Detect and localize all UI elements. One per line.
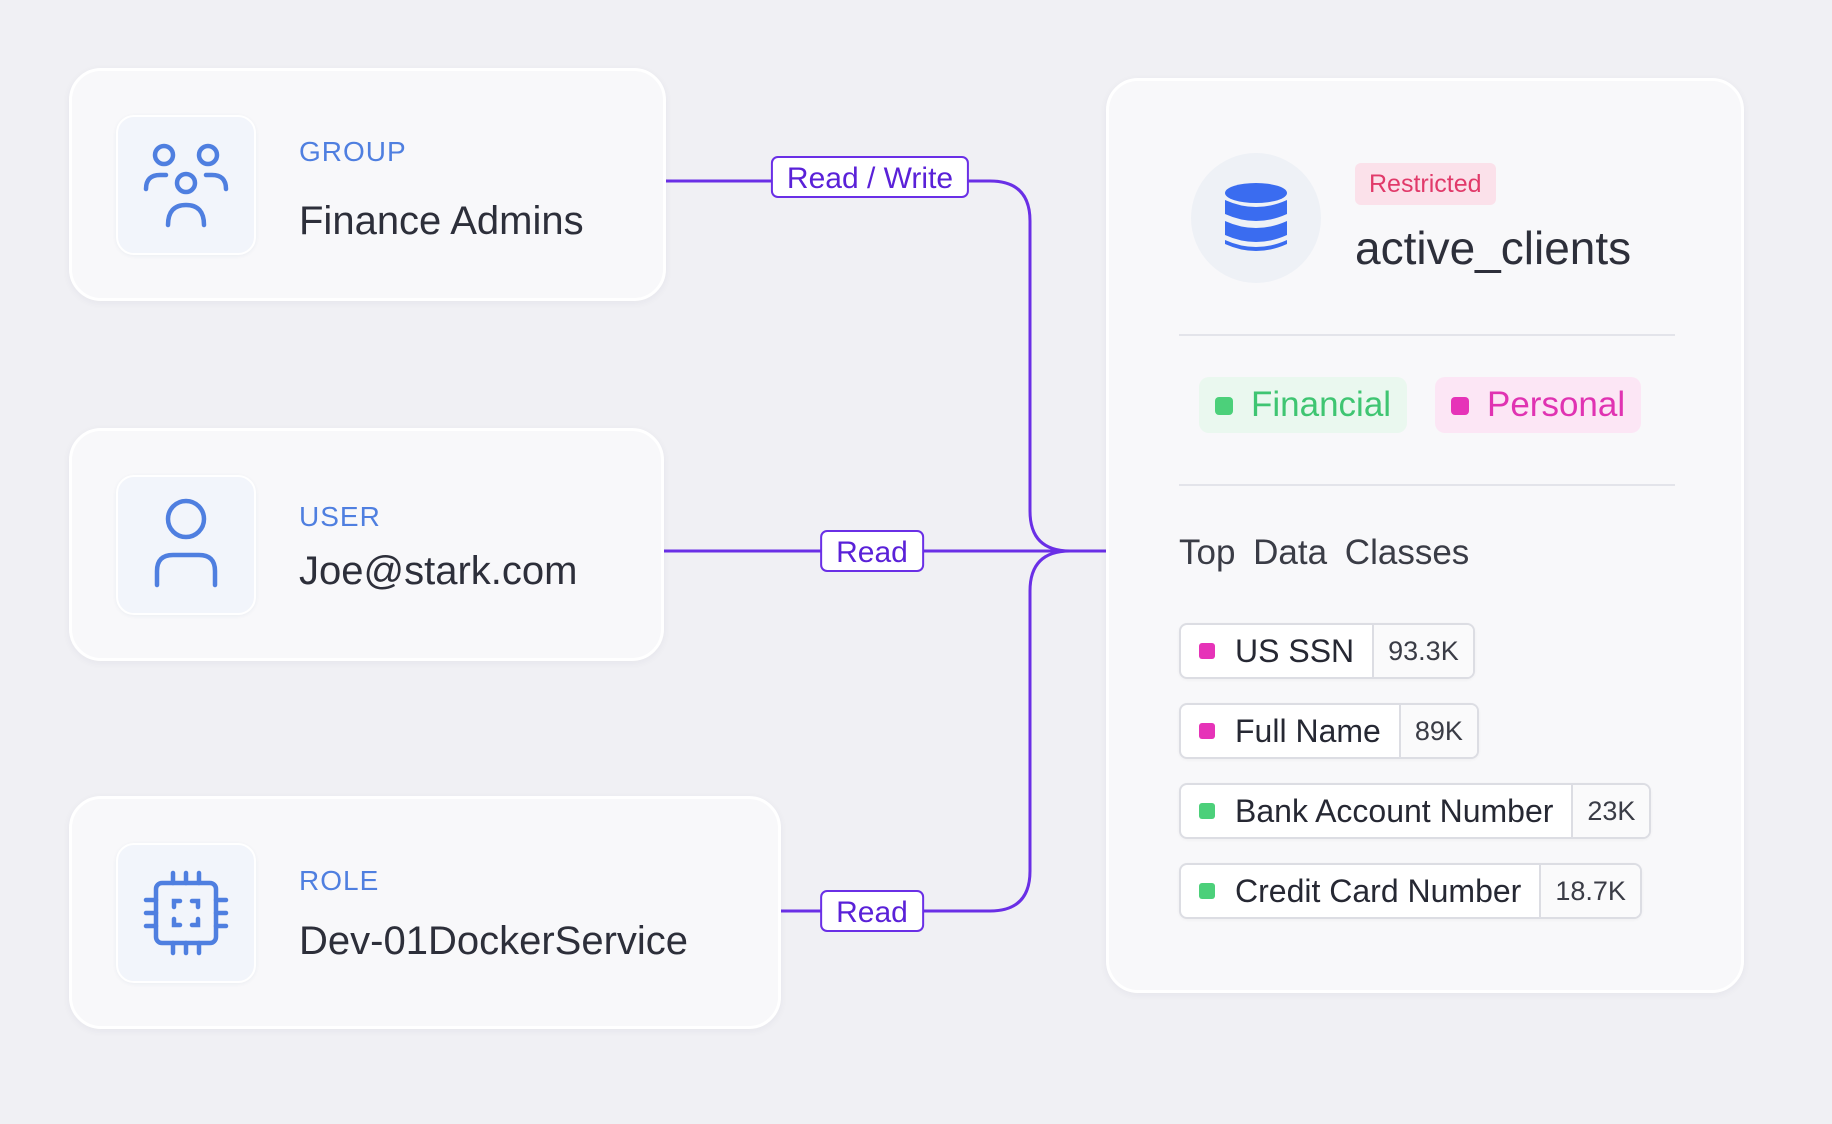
divider (1179, 334, 1675, 336)
group-icon-box (116, 115, 256, 255)
data-class-name-wrap: Bank Account Number (1181, 785, 1571, 837)
database-icon (1225, 183, 1287, 251)
divider (1179, 484, 1675, 486)
data-class-count: 89K (1398, 705, 1477, 757)
entity-name: Joe@stark.com (299, 549, 578, 593)
role-card[interactable]: ROLE Dev-01DockerService (69, 796, 781, 1029)
data-class-count: 18.7K (1539, 865, 1640, 917)
entity-type-label: USER (299, 501, 381, 532)
data-class-name: Credit Card Number (1235, 873, 1522, 909)
access-label-read: Read (820, 890, 924, 932)
tag-label: Personal (1487, 385, 1626, 424)
entity-name: Dev-01DockerService (299, 919, 689, 963)
tag-color-dot (1451, 397, 1469, 415)
data-class-bank-account-number[interactable]: Bank Account Number 23K (1179, 783, 1652, 839)
data-class-full-name[interactable]: Full Name 89K (1179, 703, 1479, 759)
entity-type-label: ROLE (299, 865, 380, 896)
access-label-read: Read (820, 530, 924, 572)
tag-financial[interactable]: Financial (1199, 377, 1408, 433)
tag-color-dot (1215, 397, 1233, 415)
data-class-name-wrap: US SSN (1181, 625, 1372, 677)
connector-role (779, 549, 1072, 913)
connector-group (664, 179, 1072, 553)
data-class-dot (1199, 883, 1215, 899)
tag-label: Financial (1251, 385, 1392, 424)
users-group-icon (143, 143, 229, 228)
dataset-card[interactable]: Restricted active_clients Financial Pers… (1106, 78, 1744, 993)
data-class-name-wrap: Credit Card Number (1181, 865, 1539, 917)
data-class-dot (1199, 803, 1215, 819)
entity-name: Finance Admins (299, 199, 584, 243)
data-class-name: Bank Account Number (1235, 793, 1554, 829)
data-class-name: Full Name (1235, 713, 1381, 749)
entity-type-label: GROUP (299, 136, 407, 167)
data-class-us-ssn[interactable]: US SSN 93.3K (1179, 623, 1475, 679)
data-class-count: 23K (1571, 785, 1650, 837)
user-card[interactable]: USER Joe@stark.com (69, 428, 664, 661)
group-card[interactable]: GROUP Finance Admins (69, 68, 666, 301)
data-class-dot (1199, 723, 1215, 739)
restricted-badge: Restricted (1355, 163, 1496, 205)
database-icon-wrap (1191, 153, 1321, 283)
section-title: Top Data Classes (1179, 533, 1470, 572)
role-icon-box (116, 843, 256, 983)
data-class-name: US SSN (1235, 633, 1355, 669)
user-icon-box (116, 475, 256, 615)
data-class-dot (1199, 643, 1215, 659)
data-class-count: 93.3K (1372, 625, 1473, 677)
data-class-credit-card-number[interactable]: Credit Card Number 18.7K (1179, 863, 1642, 919)
dataset-name: active_clients (1355, 222, 1632, 274)
data-class-name-wrap: Full Name (1181, 705, 1399, 757)
access-label-read-write: Read / Write (770, 156, 970, 198)
chip-icon (143, 870, 229, 956)
tag-personal[interactable]: Personal (1435, 377, 1642, 433)
user-icon (154, 498, 218, 588)
